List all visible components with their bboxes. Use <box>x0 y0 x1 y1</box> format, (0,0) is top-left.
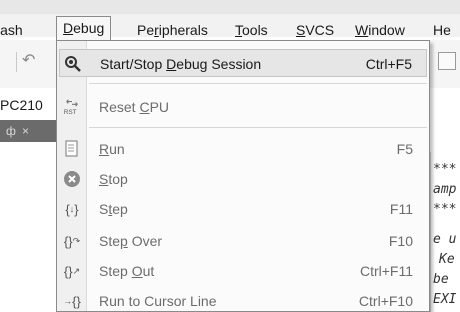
code-line: EXI <box>433 292 457 307</box>
target-select[interactable]: PC210 <box>0 92 56 118</box>
shortcut: Ctrl+F5 <box>365 56 412 72</box>
menu-item-start-stop-debug[interactable]: Start/Stop Debug Session Ctrl+F5 <box>59 49 427 77</box>
menu-tools[interactable]: Tools <box>235 20 268 40</box>
menu-item-step[interactable]: {↓} Step F11 <box>59 195 427 223</box>
menu-separator <box>89 83 427 84</box>
stop-icon <box>63 170 81 188</box>
menu-item-run-to-cursor[interactable]: →{} Run to Cursor Line Ctrl+F10 <box>59 287 427 312</box>
code-line: Ke <box>439 252 455 267</box>
menu-separator <box>89 127 427 128</box>
shortcut: Ctrl+F10 <box>358 293 413 309</box>
run-icon <box>63 140 81 158</box>
code-line: be <box>433 272 449 287</box>
debug-menu: Start/Stop Debug Session Ctrl+F5 RST Res… <box>56 40 430 312</box>
shortcut: Ctrl+F11 <box>359 263 413 279</box>
menu-debug[interactable]: Debug <box>56 16 112 40</box>
code-line: *** <box>433 162 457 177</box>
menu-item-step-over[interactable]: {} ↷ Step Over F10 <box>59 227 427 255</box>
code-line: amp <box>433 182 457 197</box>
step-out-icon: {} ↗ <box>63 263 81 279</box>
toolbar-tool-icon[interactable] <box>438 52 456 70</box>
menu-item-step-out[interactable]: {} ↗ Step Out Ctrl+F11 <box>59 257 427 285</box>
menu-svcs[interactable]: SVCS <box>296 20 334 40</box>
code-line: *** <box>433 202 457 217</box>
shortcut: F11 <box>389 201 413 217</box>
svg-text:RST: RST <box>64 109 77 116</box>
code-line: e u <box>433 232 457 247</box>
menu-peripherals[interactable]: Peripherals <box>137 20 208 40</box>
project-pane <box>0 142 56 312</box>
shortcut: F10 <box>388 233 413 249</box>
toolbar-separator <box>16 52 17 72</box>
step-icon: {↓} <box>65 201 79 217</box>
reset-cpu-icon: RST <box>63 98 81 116</box>
shortcut: F5 <box>396 141 413 157</box>
pin-icon[interactable]: ф <box>6 122 16 140</box>
close-icon[interactable]: × <box>22 122 29 140</box>
redo-icon[interactable]: ↶ <box>22 52 38 70</box>
project-panel-tab: ф × <box>0 120 56 142</box>
menu-window[interactable]: Window <box>355 20 405 40</box>
menu-item-run[interactable]: Run F5 <box>59 135 427 163</box>
debug-session-icon <box>64 55 82 73</box>
menu-item-reset-cpu[interactable]: RST Reset CPU <box>59 93 427 121</box>
menu-flash[interactable]: lash <box>0 20 23 40</box>
run-to-cursor-icon: →{} <box>63 293 81 309</box>
code-editor[interactable]: *** amp *** e u Ke be EXI <box>430 152 460 312</box>
title-strip <box>0 0 460 14</box>
step-over-icon: {} ↷ <box>63 233 81 249</box>
menu-help[interactable]: He <box>433 20 451 40</box>
menu-item-stop[interactable]: Stop <box>59 165 427 193</box>
